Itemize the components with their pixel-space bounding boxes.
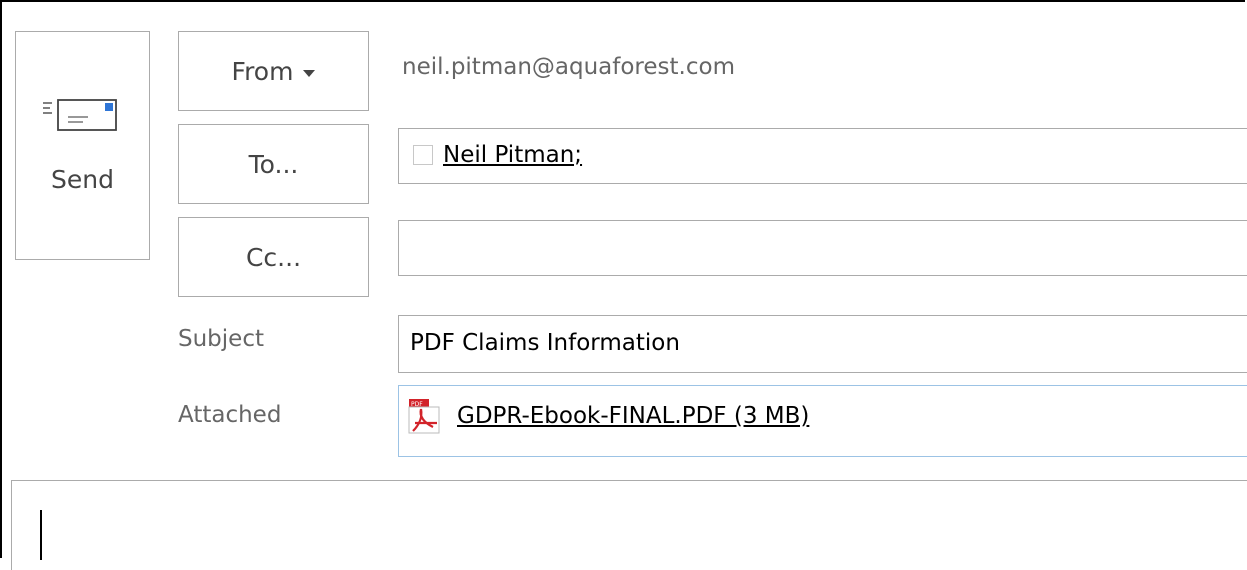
from-button[interactable]: From [178,31,369,111]
subject-field[interactable]: PDF Claims Information [398,315,1247,373]
cc-field[interactable] [398,220,1247,276]
from-email: neil.pitman@aquaforest.com [402,54,735,80]
compose-window: Send From neil.pitman@aquaforest.com To.… [0,0,1247,570]
text-cursor [40,510,42,560]
checkbox-icon [413,145,433,165]
recipient-chip[interactable]: Neil Pitman; [413,142,582,168]
subject-value: PDF Claims Information [410,330,680,356]
pdf-file-icon: PDF [408,399,440,434]
subject-label: Subject [178,326,264,352]
from-label: From [231,56,294,86]
attachment-item[interactable]: PDF GDPR-Ebook-FINAL.PDF (3 MB) [407,397,809,435]
message-body[interactable] [11,480,1247,570]
to-button[interactable]: To... [178,124,369,204]
send-label: Send [51,165,114,194]
cc-label: Cc... [245,242,302,272]
send-button[interactable]: Send [15,31,150,260]
chevron-down-icon [303,69,316,77]
envelope-send-icon [42,99,117,131]
to-field[interactable]: Neil Pitman; [398,128,1247,184]
cc-button[interactable]: Cc... [178,217,369,297]
attached-label: Attached [178,402,282,428]
attached-field[interactable]: PDF GDPR-Ebook-FINAL.PDF (3 MB) [398,385,1247,457]
to-label: To... [248,149,299,179]
recipient-name[interactable]: Neil Pitman; [443,142,582,168]
attachment-name[interactable]: GDPR-Ebook-FINAL.PDF (3 MB) [457,403,809,429]
